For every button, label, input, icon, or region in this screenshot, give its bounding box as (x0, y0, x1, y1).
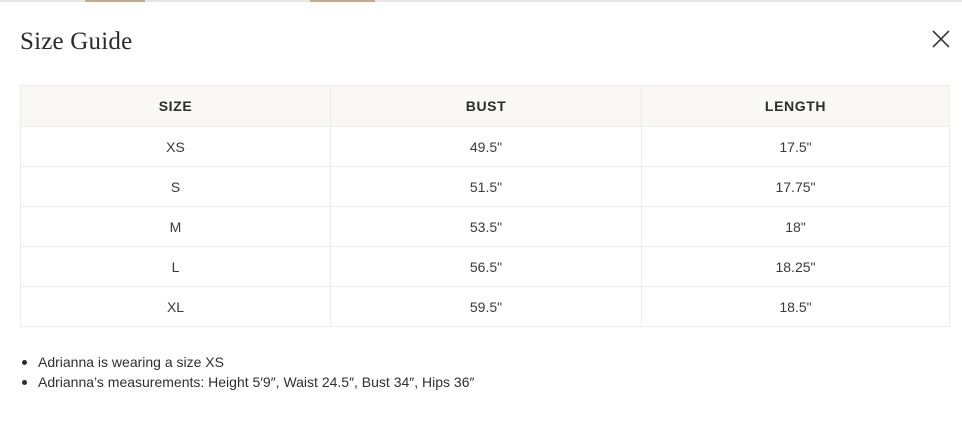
table-row: M 53.5" 18" (20, 206, 950, 247)
cell-bust: 53.5" (330, 206, 642, 247)
table-row: L 56.5" 18.25" (20, 246, 950, 287)
cell-size: L (20, 246, 331, 287)
cell-size: XS (20, 126, 331, 167)
list-item: Adrianna is wearing a size XS (20, 352, 474, 372)
bullet-icon (22, 380, 27, 385)
cell-bust: 56.5" (330, 246, 642, 287)
size-table: SIZE BUST LENGTH XS 49.5" 17.5" S 51.5" … (20, 85, 950, 327)
header-bust: BUST (330, 85, 642, 127)
cell-bust: 59.5" (330, 286, 642, 327)
modal-title: Size Guide (20, 28, 133, 55)
close-icon (932, 30, 950, 48)
note-text: Adrianna is wearing a size XS (38, 354, 224, 370)
cell-length: 17.5" (641, 126, 950, 167)
cell-size: S (20, 166, 331, 207)
bullet-icon (22, 360, 27, 365)
cell-length: 18.25" (641, 246, 950, 287)
cell-length: 18.5" (641, 286, 950, 327)
fit-notes-list: Adrianna is wearing a size XS Adrianna’s… (20, 352, 474, 392)
table-row: XS 49.5" 17.5" (20, 126, 950, 167)
cell-length: 17.75" (641, 166, 950, 207)
cell-size: XL (20, 286, 331, 327)
size-guide-modal: Size Guide SIZE BUST LENGTH XS 49.5" 17.… (0, 0, 962, 433)
list-item: Adrianna’s measurements: Height 5′9″, Wa… (20, 372, 474, 392)
header-length: LENGTH (641, 85, 950, 127)
table-row: XL 59.5" 18.5" (20, 286, 950, 327)
header-size: SIZE (20, 85, 331, 127)
cell-bust: 49.5" (330, 126, 642, 167)
cell-size: M (20, 206, 331, 247)
cell-length: 18" (641, 206, 950, 247)
cell-bust: 51.5" (330, 166, 642, 207)
table-header-row: SIZE BUST LENGTH (20, 85, 950, 127)
close-button[interactable] (930, 28, 952, 50)
table-row: S 51.5" 17.75" (20, 166, 950, 207)
note-text: Adrianna’s measurements: Height 5′9″, Wa… (38, 374, 475, 390)
